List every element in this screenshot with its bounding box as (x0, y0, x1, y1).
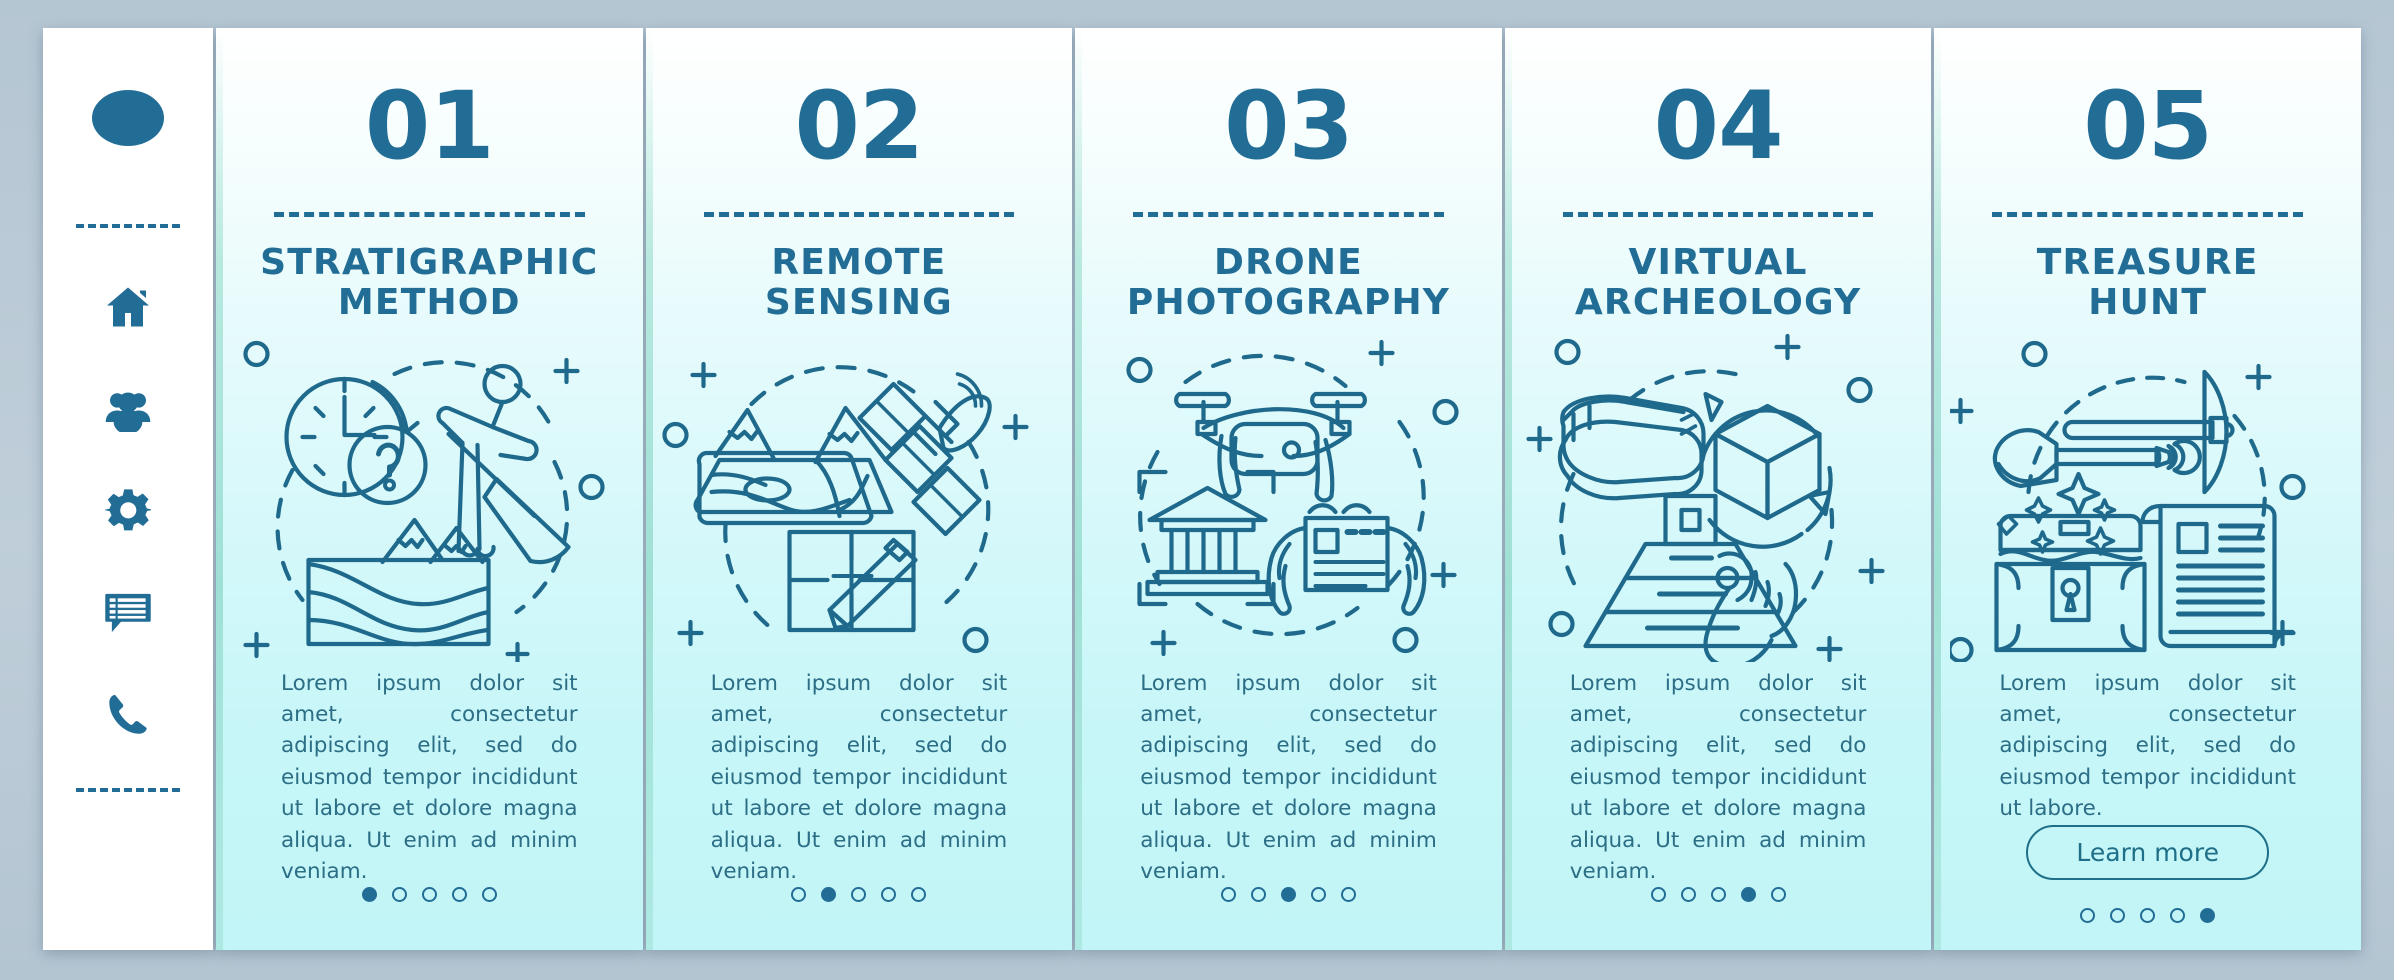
pagination-dot[interactable] (1310, 887, 1326, 903)
pagination-dot[interactable] (2170, 907, 2186, 923)
screens-board: 01 STRATIGRAPHIC METHOD Lorem ipsum dolo… (43, 28, 2361, 950)
onboarding-card-3[interactable]: 03 DRONE PHOTOGRAPHY Lorem ipsum dolor s… (1075, 28, 1502, 950)
card-separator (1562, 212, 1874, 217)
pagination-dot[interactable] (1340, 887, 1356, 903)
home-icon[interactable] (101, 280, 155, 334)
pagination-dot[interactable] (421, 887, 437, 903)
card-number: 04 (1653, 72, 1784, 181)
card-number: 05 (2083, 72, 2213, 181)
card-body-text: Lorem ipsum dolor sit amet, consectetur … (1140, 670, 1437, 884)
pagination-dot[interactable] (881, 887, 897, 903)
pagination-dots[interactable] (1220, 887, 1356, 903)
card-number: 02 (794, 72, 924, 181)
phone-icon[interactable] (101, 688, 155, 742)
pagination-dot[interactable] (791, 887, 807, 903)
card-number: 03 (1224, 72, 1354, 181)
card-footer (1075, 887, 1502, 950)
onboarding-screens-page: 01 STRATIGRAPHIC METHOD Lorem ipsum dolo… (0, 0, 2394, 980)
pagination-dot[interactable] (2080, 907, 2096, 923)
card-title: VIRTUAL ARCHEOLOGY (1574, 242, 1862, 324)
pagination-dot[interactable] (1650, 887, 1666, 903)
logo-circle (92, 90, 164, 146)
card-body-text: Lorem ipsum dolor sit amet, consectetur … (1999, 670, 2296, 822)
card-body-text: Lorem ipsum dolor sit amet, consectetur … (281, 670, 578, 884)
pagination-dot[interactable] (851, 887, 867, 903)
pagination-dot[interactable] (451, 887, 467, 903)
pagination-dot[interactable] (1280, 887, 1296, 903)
onboarding-card-5[interactable]: 05 TREASURE HUNT Lorem ipsum dolor sit a… (1934, 28, 2361, 950)
card-number: 01 (364, 72, 495, 181)
pagination-dots[interactable] (2080, 907, 2216, 923)
card-footer (216, 887, 643, 950)
pagination-dot[interactable] (2200, 907, 2216, 923)
pagination-dot[interactable] (391, 887, 407, 903)
vr-headset-cube-pyramid-hand-illustration (1505, 332, 1932, 662)
stratigraphy-clock-digger-layers-illustration (216, 332, 643, 662)
card-separator (703, 212, 1015, 217)
sidebar (43, 28, 213, 950)
pagination-dots[interactable] (361, 887, 497, 903)
onboarding-card-4[interactable]: 04 VIRTUAL ARCHEOLOGY Lorem ipsum dolor … (1504, 28, 1932, 950)
card-footer (1505, 887, 1932, 950)
pagination-dot[interactable] (1220, 887, 1236, 903)
pagination-dot[interactable] (2110, 907, 2126, 923)
card-footer: Learn more (1934, 824, 2361, 951)
pagination-dot[interactable] (2140, 907, 2156, 923)
card-separator (274, 212, 585, 217)
pagination-dot[interactable] (361, 887, 377, 903)
users-icon[interactable] (101, 382, 155, 436)
sidebar-divider-top (76, 224, 180, 228)
drone-temple-tablet-illustration (1075, 332, 1502, 662)
shovel-pickaxe-chest-scroll-illustration (1934, 332, 2361, 662)
learn-more-button[interactable]: Learn more (2026, 824, 2269, 880)
card-body-text: Lorem ipsum dolor sit amet, consectetur … (710, 670, 1008, 884)
pagination-dots[interactable] (1650, 887, 1786, 903)
pagination-dot[interactable] (1250, 887, 1266, 903)
card-body-text: Lorem ipsum dolor sit amet, consectetur … (1569, 670, 1867, 884)
pagination-dot[interactable] (911, 887, 927, 903)
pagination-dot[interactable] (1680, 887, 1696, 903)
pagination-dot[interactable] (1740, 887, 1756, 903)
card-title: DRONE PHOTOGRAPHY (1126, 242, 1451, 324)
chat-icon[interactable] (101, 586, 155, 640)
card-title: REMOTE SENSING (764, 242, 953, 324)
sidebar-divider-bottom (76, 788, 180, 792)
card-separator (1992, 212, 2303, 217)
pagination-dot[interactable] (821, 887, 837, 903)
card-separator (1133, 212, 1444, 217)
card-footer (646, 887, 1073, 950)
card-title: STRATIGRAPHIC METHOD (260, 242, 599, 324)
card-title: TREASURE HUNT (2036, 242, 2259, 324)
pagination-dot[interactable] (481, 887, 497, 903)
pagination-dots[interactable] (791, 887, 927, 903)
onboarding-card-2[interactable]: 02 REMOTE SENSING Lorem ipsum dolor sit … (645, 28, 1073, 950)
sidebar-icon-list (101, 280, 155, 742)
pagination-dot[interactable] (1710, 887, 1726, 903)
satellite-terrain-map-pencil-illustration (646, 332, 1073, 662)
onboarding-card-1[interactable]: 01 STRATIGRAPHIC METHOD Lorem ipsum dolo… (216, 28, 643, 950)
pagination-dot[interactable] (1770, 887, 1786, 903)
gear-icon[interactable] (101, 484, 155, 538)
